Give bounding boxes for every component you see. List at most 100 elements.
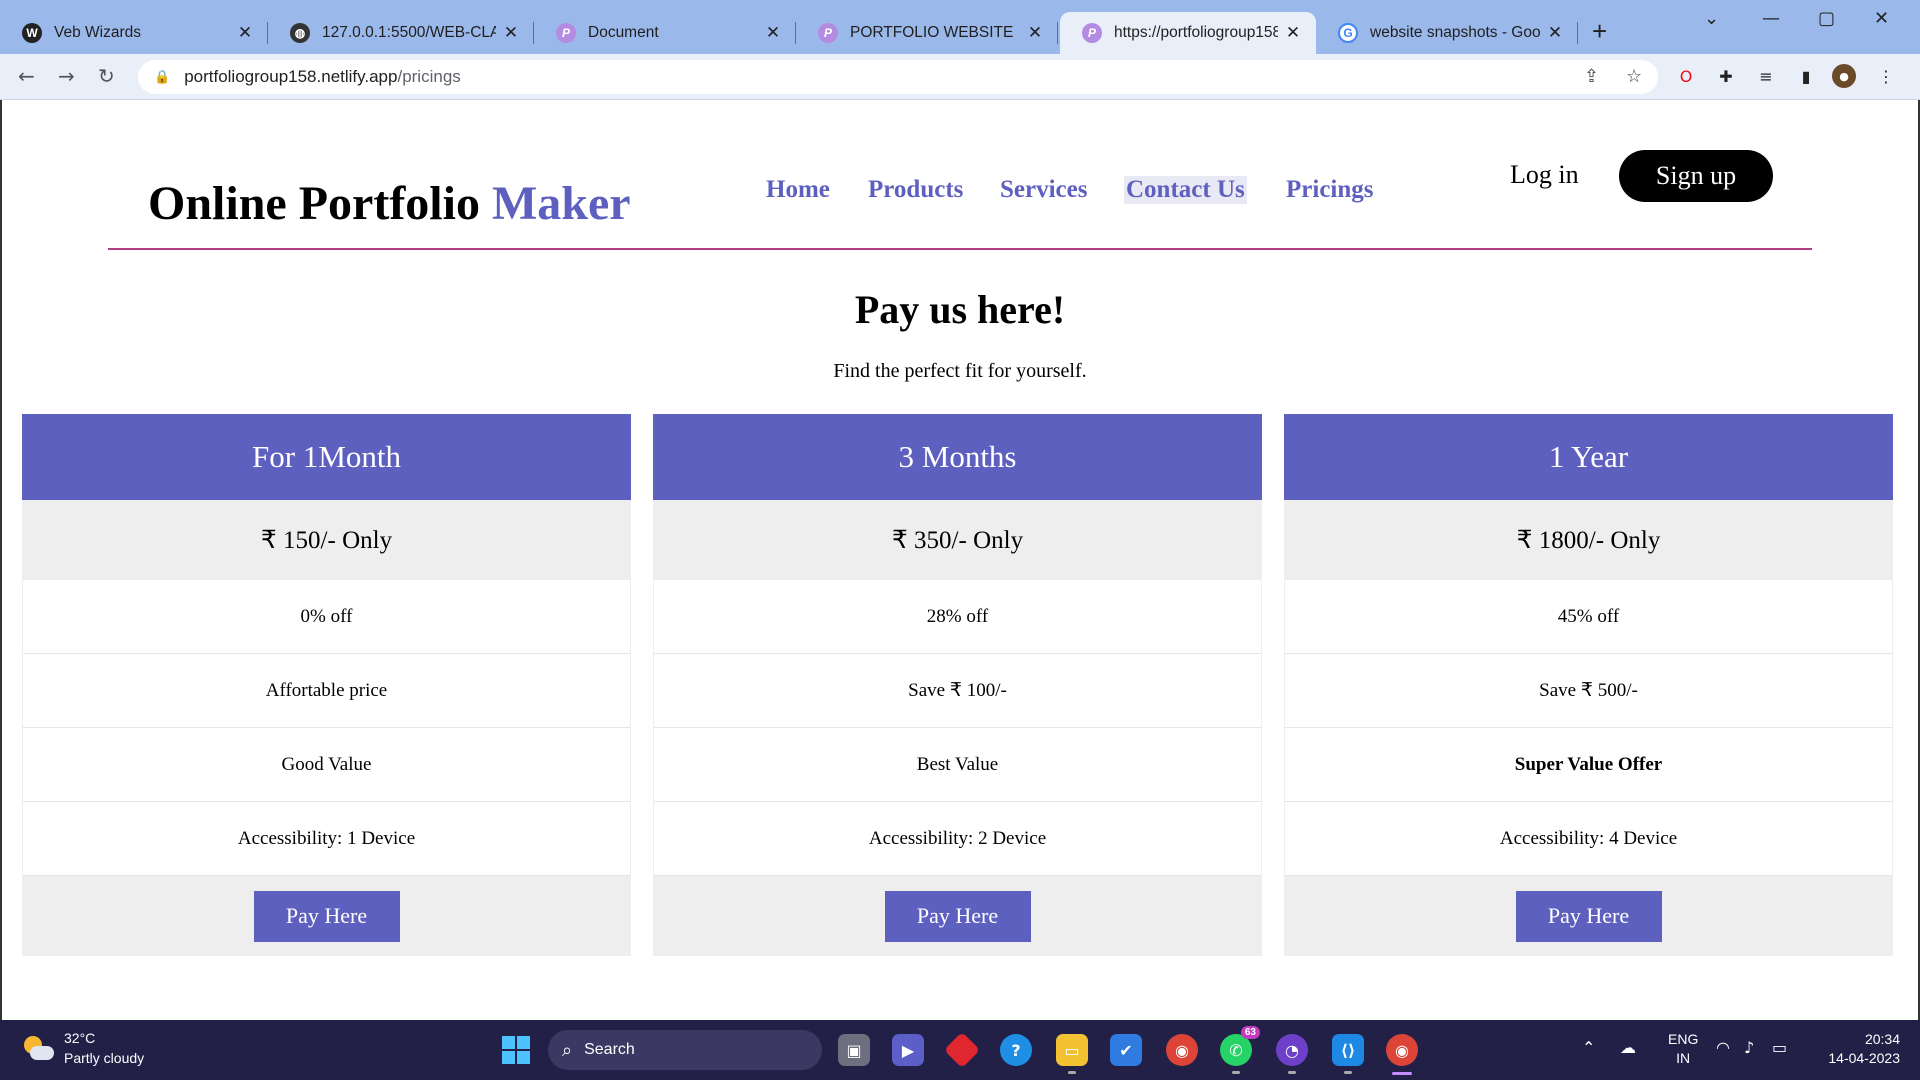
media-control-icon[interactable]: ≡	[1754, 64, 1778, 88]
tab-title: https://portfoliogroup158.n	[1114, 24, 1278, 41]
minimize-icon[interactable]: —	[1762, 8, 1780, 29]
plan-name: For 1Month	[22, 414, 631, 500]
tab-title: PORTFOLIO WEBSITE	[850, 24, 1014, 41]
nav-products[interactable]: Products	[868, 176, 963, 204]
browser-tab[interactable]: G website snapshots - Googl ✕	[1316, 12, 1578, 54]
plan-value: Good Value	[22, 728, 631, 802]
page-title: Pay us here!	[854, 287, 1066, 332]
start-windows-icon[interactable]	[502, 1036, 530, 1064]
close-icon[interactable]: ✕	[1546, 23, 1564, 43]
web-page: Online Portfolio Maker Home Products Ser…	[0, 100, 1920, 1020]
browser-tab[interactable]: ◍ 127.0.0.1:5500/WEB-CLASH ✕	[268, 12, 534, 54]
wifi-icon[interactable]: ◠	[1716, 1038, 1730, 1057]
plan-discount: 0% off	[22, 580, 631, 654]
pricing-card-1year: 1 Year ₹ 1800/- Only 45% off Save ₹ 500/…	[1284, 414, 1893, 956]
pay-here-button[interactable]: Pay Here	[884, 890, 1031, 942]
veb-wizards-icon: W	[22, 23, 42, 43]
side-panel-icon[interactable]: ▮	[1794, 64, 1818, 88]
browser-tab[interactable]: W Veb Wizards ✕	[0, 12, 268, 54]
pricing-card-1month: For 1Month ₹ 150/- Only 0% off Affortabl…	[22, 414, 631, 956]
pay-here-button[interactable]: Pay Here	[253, 890, 400, 942]
profile-avatar[interactable]: ●	[1832, 64, 1856, 88]
browser-tab-active[interactable]: P https://portfoliogroup158.n ✕	[1060, 12, 1316, 54]
tab-title: Document	[588, 24, 659, 41]
pricing-card-3months: 3 Months ₹ 350/- Only 28% off Save ₹ 100…	[653, 414, 1262, 956]
browser-tab[interactable]: P Document ✕	[534, 12, 796, 54]
language-indicator[interactable]: ENG IN	[1668, 1030, 1698, 1068]
region-code: IN	[1676, 1050, 1691, 1066]
tray-chevron-up-icon[interactable]: ⌃	[1582, 1038, 1595, 1057]
p-icon: P	[1082, 23, 1102, 43]
close-icon[interactable]: ✕	[1284, 23, 1302, 43]
google-icon: G	[1338, 23, 1358, 43]
p-icon: P	[556, 23, 576, 43]
nav-services[interactable]: Services	[1000, 176, 1087, 204]
search-icon: ⌕	[562, 1039, 573, 1061]
task-view-icon[interactable]: ▣	[838, 1034, 870, 1066]
nav-contact-us[interactable]: Contact Us	[1124, 176, 1247, 204]
nav-pricings[interactable]: Pricings	[1286, 176, 1374, 204]
forward-arrow-icon[interactable]: →	[58, 64, 75, 88]
todo-check-icon[interactable]: ✔	[1110, 1034, 1142, 1066]
tab-title: Veb Wizards	[54, 24, 142, 41]
teams-chat-icon[interactable]: ▶	[892, 1034, 924, 1066]
taskbar-search[interactable]: ⌕ Search	[548, 1030, 822, 1070]
extensions-puzzle-icon[interactable]: ✚	[1714, 64, 1738, 88]
weather-condition[interactable]: Partly cloudy	[64, 1050, 144, 1066]
menu-kebab-icon[interactable]: ⋮	[1874, 64, 1898, 88]
browser-toolbar: ← → ↻ 🔒 portfoliogroup158.netlify.app/pr…	[0, 54, 1920, 100]
vscode-icon[interactable]: ⟨⟩	[1332, 1034, 1364, 1074]
plan-note: Affortable price	[22, 654, 631, 728]
login-link[interactable]: Log in	[1510, 160, 1579, 190]
language-code: ENG	[1668, 1031, 1699, 1047]
pay-here-button[interactable]: Pay Here	[1515, 890, 1662, 942]
tab-title: website snapshots - Googl	[1370, 24, 1540, 41]
share-icon[interactable]: ⇪	[1584, 66, 1599, 87]
onedrive-cloud-icon[interactable]: ☁	[1620, 1038, 1636, 1057]
plan-discount: 45% off	[1284, 580, 1893, 654]
signup-button[interactable]: Sign up	[1619, 150, 1773, 202]
header-divider	[108, 248, 1812, 250]
browser-tab[interactable]: P PORTFOLIO WEBSITE ✕	[796, 12, 1058, 54]
plan-accessibility: Accessibility: 2 Device	[653, 802, 1262, 876]
tab-search-icon[interactable]: ⌄	[1704, 8, 1719, 29]
whatsapp-icon[interactable]: ✆ 63	[1220, 1026, 1260, 1074]
reload-icon[interactable]: ↻	[98, 64, 115, 88]
volume-icon[interactable]: ♪	[1744, 1038, 1754, 1057]
nav-home[interactable]: Home	[766, 176, 830, 204]
site-logo[interactable]: Online Portfolio Maker	[148, 176, 631, 231]
new-tab-button[interactable]: +	[1592, 16, 1607, 47]
close-window-icon[interactable]: ✕	[1874, 8, 1889, 29]
battery-icon[interactable]: ▭	[1772, 1038, 1787, 1057]
plan-price: ₹ 350/- Only	[653, 500, 1262, 580]
close-icon[interactable]: ✕	[236, 23, 254, 43]
browser-tabstrip: W Veb Wizards ✕ ◍ 127.0.0.1:5500/WEB-CLA…	[0, 0, 1920, 54]
file-explorer-icon[interactable]: ▭	[1056, 1034, 1088, 1074]
close-icon[interactable]: ✕	[1026, 23, 1044, 43]
weather-temperature[interactable]: 32°C	[64, 1030, 95, 1046]
back-arrow-icon[interactable]: ←	[18, 64, 35, 88]
bookmark-star-icon[interactable]: ☆	[1626, 66, 1642, 87]
maximize-icon[interactable]: ▢	[1818, 8, 1835, 29]
taskbar-clock[interactable]: 20:34 14-04-2023	[1810, 1030, 1900, 1068]
plan-footer: Pay Here	[653, 876, 1262, 956]
chrome-icon[interactable]: ◉	[1166, 1034, 1198, 1066]
opera-extension-icon[interactable]: O	[1674, 64, 1698, 88]
search-label: Search	[584, 1041, 635, 1058]
clock-date: 14-04-2023	[1828, 1050, 1900, 1066]
anydesk-icon[interactable]	[943, 1031, 981, 1069]
help-icon[interactable]: ?	[1000, 1034, 1032, 1066]
close-icon[interactable]: ✕	[502, 23, 520, 43]
plan-accessibility: Accessibility: 4 Device	[1284, 802, 1893, 876]
address-bar[interactable]: 🔒 portfoliogroup158.netlify.app/pricings…	[138, 60, 1658, 94]
plan-footer: Pay Here	[22, 876, 631, 956]
url-path: /pricings	[397, 67, 461, 86]
close-icon[interactable]: ✕	[764, 23, 782, 43]
weather-partly-cloudy-icon[interactable]	[22, 1034, 56, 1064]
url-domain: portfoliogroup158.netlify.app	[184, 67, 398, 86]
github-icon[interactable]: ◔	[1276, 1034, 1308, 1074]
plan-value: Super Value Offer	[1284, 728, 1893, 802]
page-subtitle: Find the perfect fit for yourself.	[833, 360, 1087, 382]
chrome-profile-icon[interactable]: ◉	[1386, 1034, 1418, 1075]
plan-discount: 28% off	[653, 580, 1262, 654]
